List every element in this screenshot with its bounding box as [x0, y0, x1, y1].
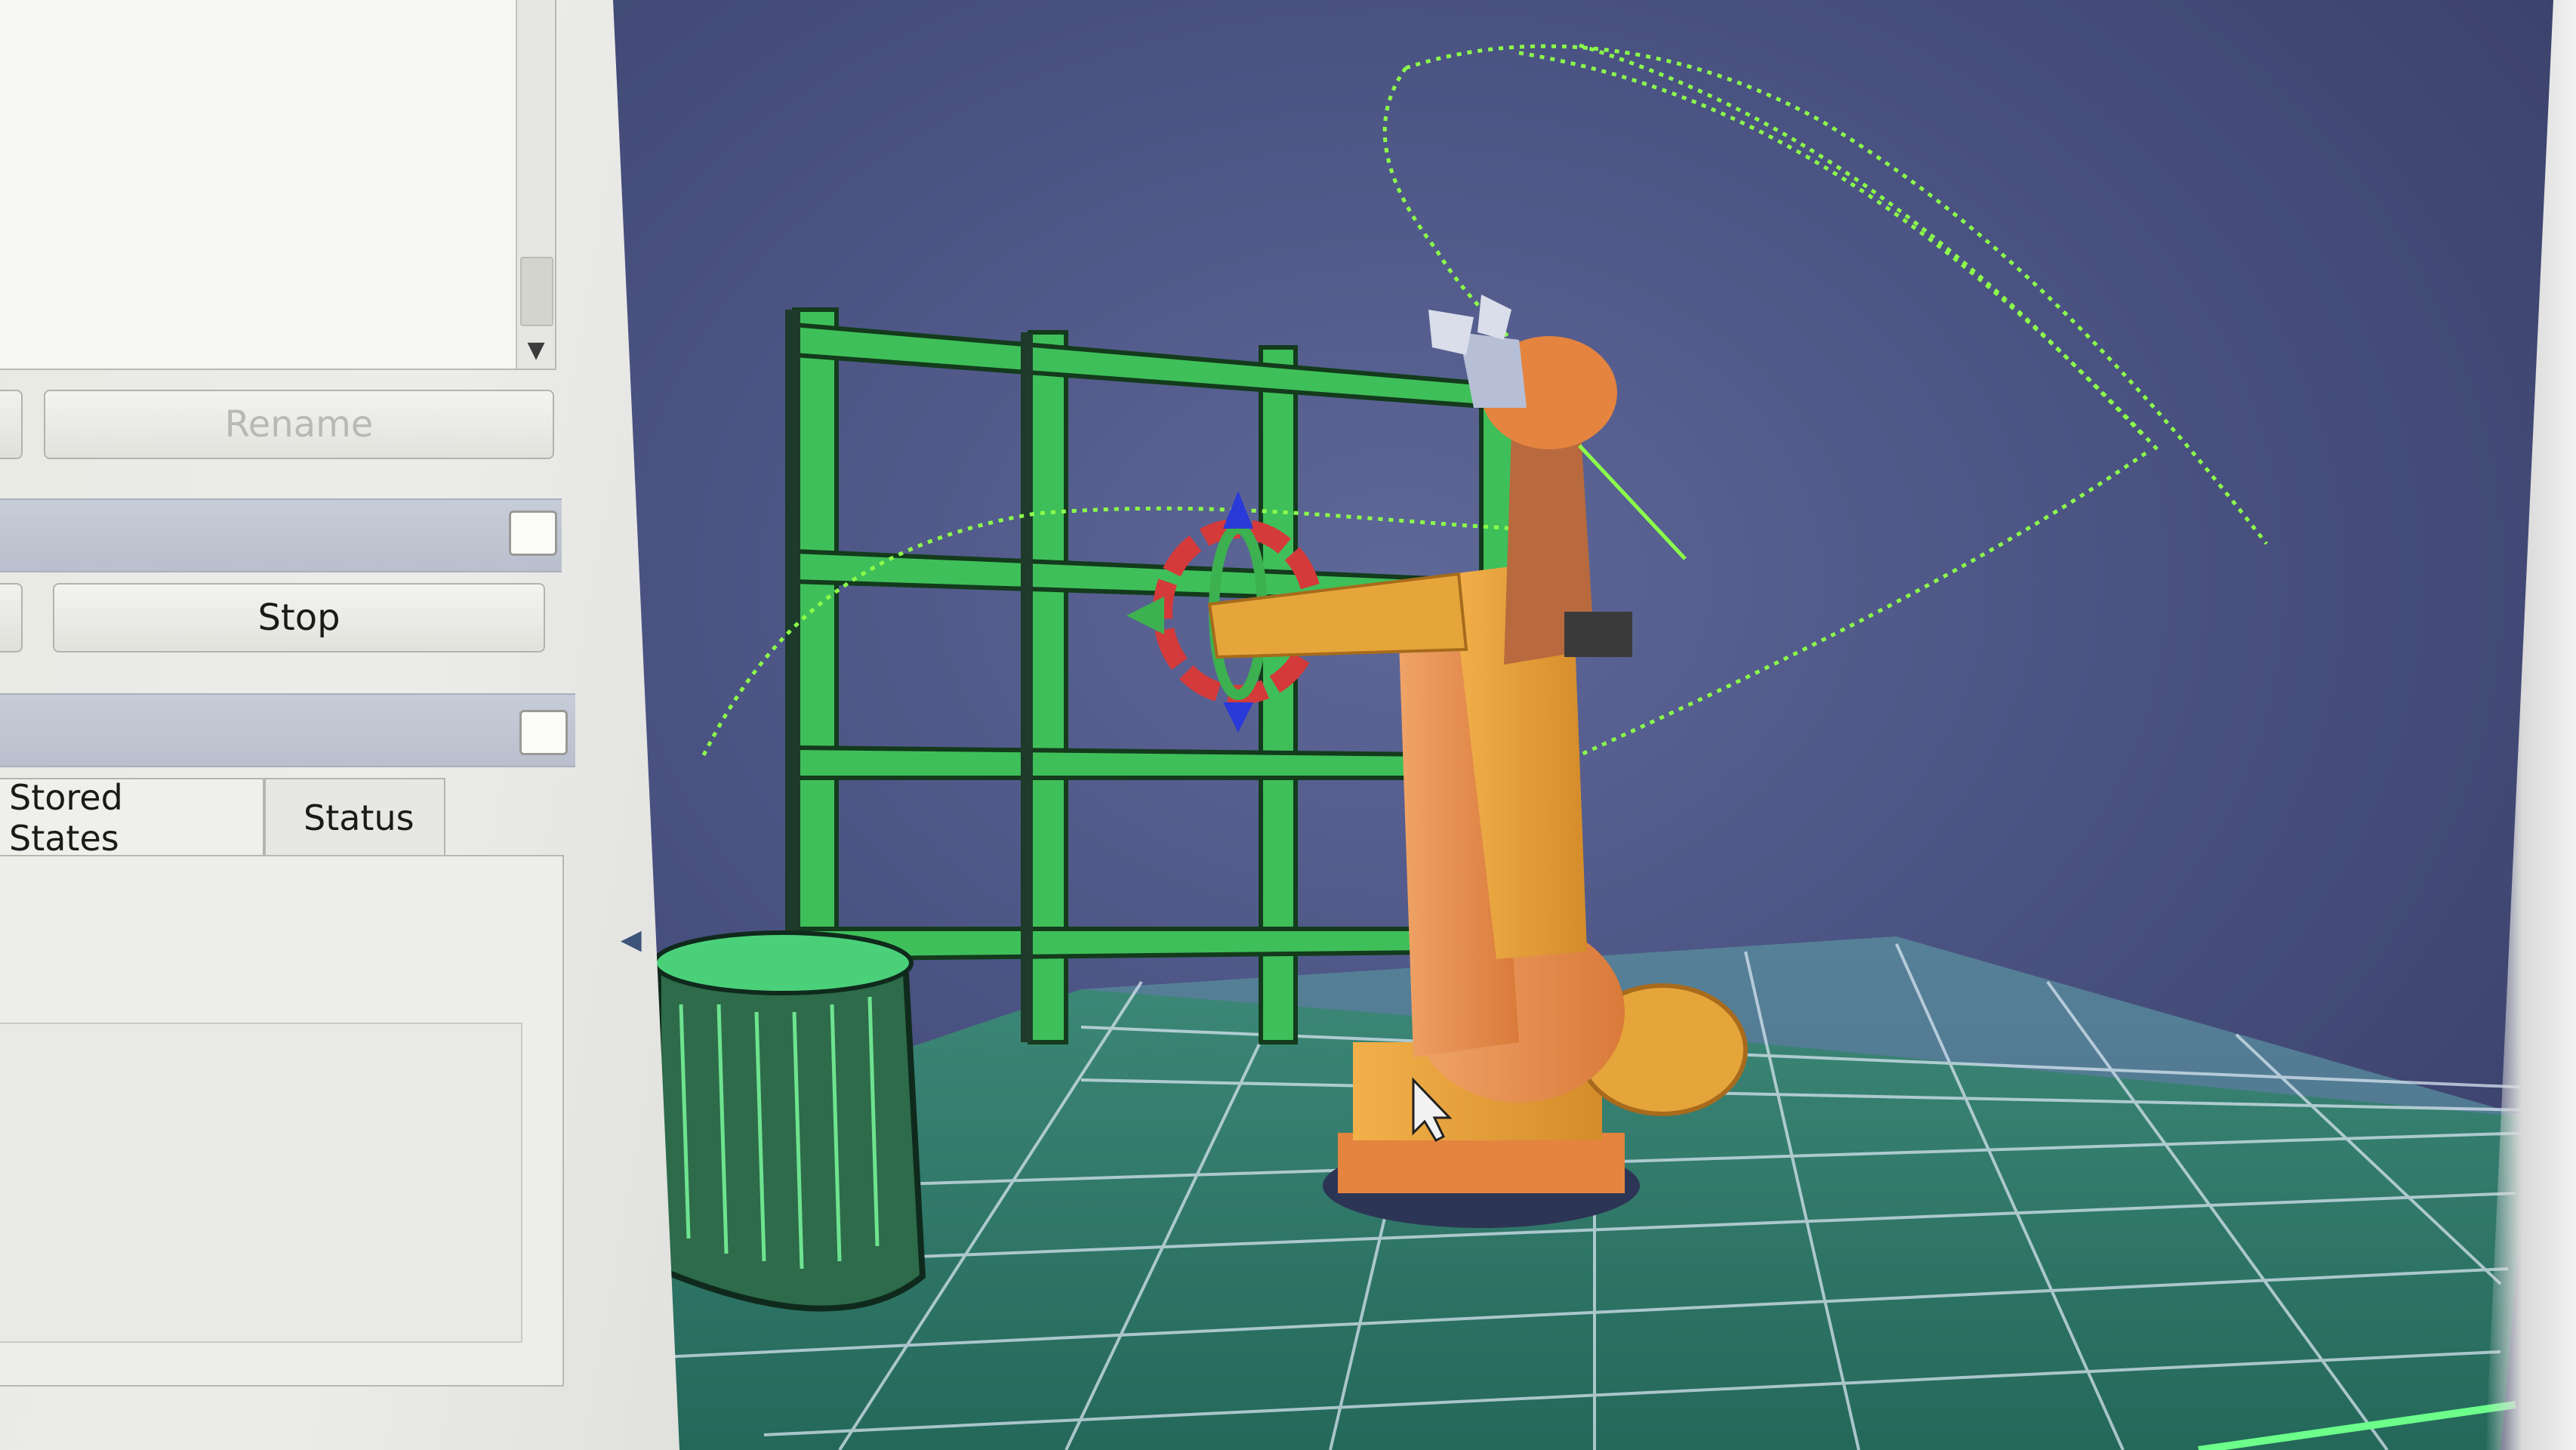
left-button-stub[interactable]	[0, 583, 23, 652]
stop-button[interactable]: Stop	[53, 583, 545, 652]
rename-button[interactable]: Rename	[44, 390, 554, 459]
checkbox[interactable]	[509, 511, 557, 556]
left-button-stub[interactable]	[0, 390, 23, 459]
checkbox[interactable]	[519, 710, 568, 755]
states-list[interactable]: ▼	[0, 0, 556, 370]
progress-bar	[0, 498, 562, 572]
cylinder-bin	[652, 930, 926, 1312]
motion-planning-panel: ▼ Rename Stop Stored States Status	[0, 0, 679, 1450]
collapse-panel-icon[interactable]: ◀	[621, 924, 642, 955]
rviz-3d-viewport[interactable]	[613, 0, 2576, 1450]
scroll-thumb[interactable]	[520, 257, 553, 326]
progress-bar	[0, 693, 575, 767]
scroll-down-icon[interactable]: ▼	[517, 331, 555, 369]
tab-content	[0, 855, 564, 1387]
content-box	[0, 1023, 522, 1343]
scene-render	[613, 43, 2531, 1450]
screen: ▼ Rename Stop Stored States Status ◀	[0, 0, 2576, 1450]
tab-bar: Stored States Status	[0, 777, 445, 859]
tab-status[interactable]: Status	[264, 778, 445, 856]
list-scrollbar[interactable]: ▼	[516, 0, 555, 369]
tab-stored-states[interactable]: Stored States	[0, 777, 264, 859]
